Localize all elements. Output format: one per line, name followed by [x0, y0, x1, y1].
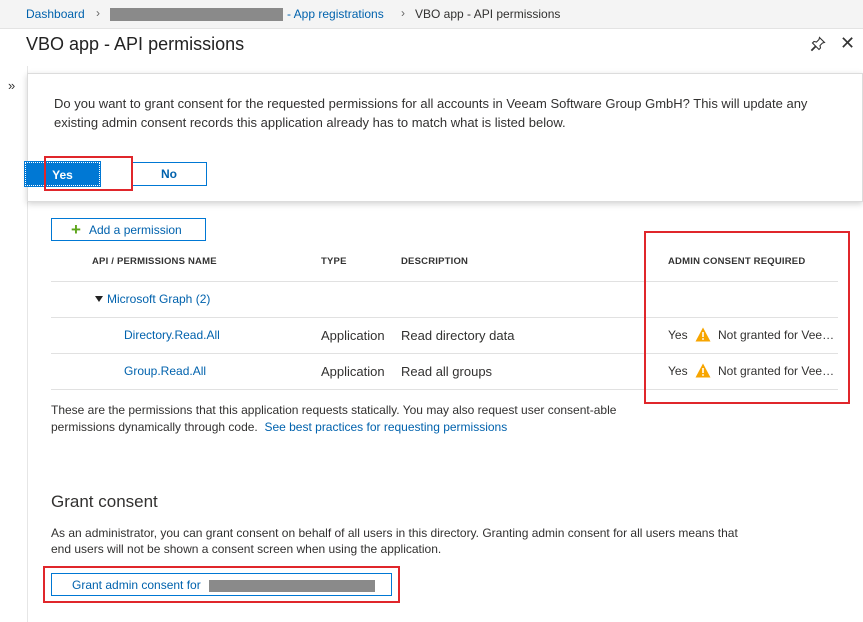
- breadcrumb-dashboard[interactable]: Dashboard: [26, 7, 85, 21]
- highlight-admin-consent: [644, 231, 850, 404]
- breadcrumb-current: VBO app - API permissions: [415, 7, 561, 21]
- add-permission-label: Add a permission: [89, 223, 182, 237]
- redacted-tenant: [110, 8, 283, 21]
- add-permission-button[interactable]: + Add a permission: [51, 218, 206, 241]
- breadcrumb-app-registrations[interactable]: - App registrations: [287, 7, 384, 21]
- permission-type: Application: [321, 328, 385, 343]
- chevron-right-icon: ›: [96, 6, 100, 20]
- chevron-right-icon: ›: [401, 6, 405, 20]
- permission-link[interactable]: Group.Read.All: [124, 364, 206, 378]
- breadcrumb: Dashboard › - App registrations › VBO ap…: [0, 0, 863, 29]
- column-header-type: TYPE: [321, 256, 347, 267]
- grant-consent-description: As an administrator, you can grant conse…: [51, 526, 738, 556]
- close-icon[interactable]: ✕: [840, 33, 855, 53]
- static-permissions-note: These are the permissions that this appl…: [51, 402, 651, 436]
- expand-icon[interactable]: »: [8, 78, 15, 93]
- column-header-description: DESCRIPTION: [401, 256, 469, 267]
- plus-icon: +: [71, 220, 81, 239]
- permission-description: Read all groups: [401, 364, 493, 379]
- consent-message: Do you want to grant consent for the req…: [54, 96, 808, 130]
- pin-icon[interactable]: [810, 36, 826, 52]
- api-group-label: Microsoft Graph (2): [107, 292, 211, 306]
- best-practices-link[interactable]: See best practices for requesting permis…: [264, 420, 507, 434]
- api-group-microsoft-graph[interactable]: Microsoft Graph (2): [95, 292, 210, 306]
- highlight-yes: [44, 156, 133, 191]
- permission-link[interactable]: Directory.Read.All: [124, 328, 220, 342]
- no-button[interactable]: No: [131, 162, 207, 186]
- highlight-grant-button: [43, 566, 400, 603]
- permission-description: Read directory data: [401, 328, 515, 343]
- permission-type: Application: [321, 364, 385, 379]
- grant-consent-heading: Grant consent: [51, 492, 158, 511]
- caret-down-icon: [95, 296, 103, 302]
- column-header-name: API / PERMISSIONS NAME: [92, 256, 217, 267]
- page-title: VBO app - API permissions: [26, 34, 245, 54]
